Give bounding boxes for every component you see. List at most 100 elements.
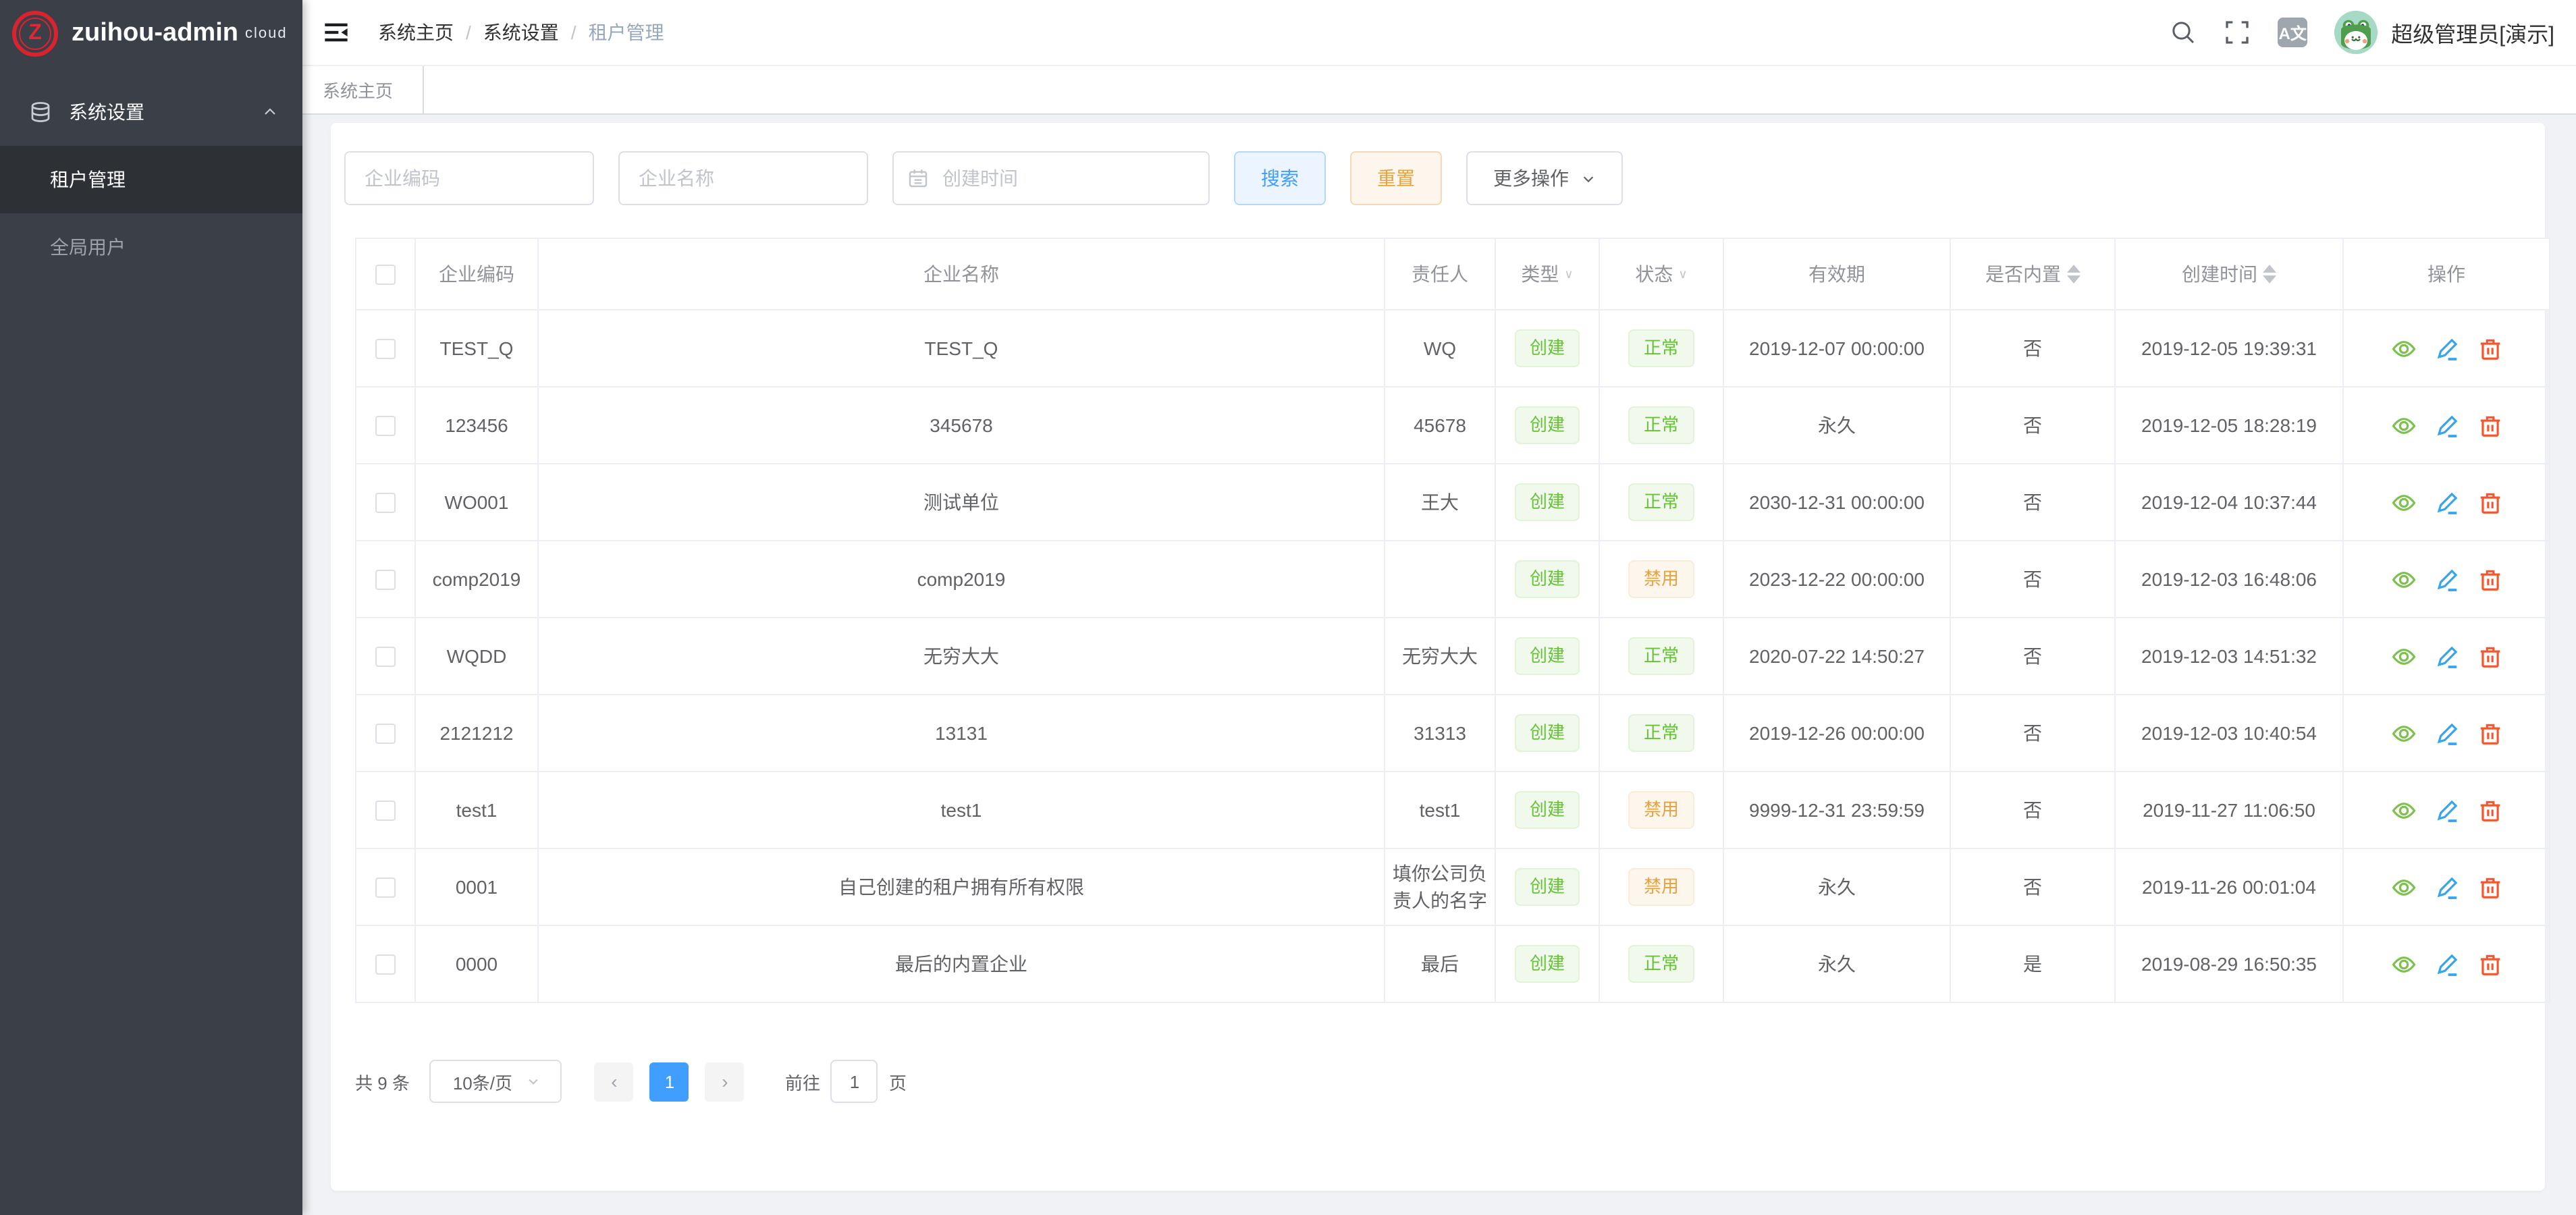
cell-company-code: WQDD xyxy=(415,618,538,695)
reset-button[interactable]: 重置 xyxy=(1350,151,1442,205)
column-header: 企业名称 xyxy=(538,238,1385,310)
cell-owner: 31313 xyxy=(1385,695,1495,772)
select-all-checkbox[interactable] xyxy=(375,265,396,286)
cell-select xyxy=(356,772,415,848)
language-icon[interactable]: A文 xyxy=(2278,18,2307,47)
row-checkbox[interactable] xyxy=(375,416,396,437)
column-filter-icon[interactable]: ∨ xyxy=(1564,267,1573,281)
row-checkbox[interactable] xyxy=(375,493,396,514)
company-name-input[interactable] xyxy=(618,151,868,205)
cell-select xyxy=(356,464,415,541)
column-header[interactable]: 创建时间 xyxy=(2115,238,2343,310)
company-code-input[interactable] xyxy=(344,151,594,205)
column-header-label: 状态 xyxy=(1635,261,1673,288)
delete-icon[interactable] xyxy=(2477,951,2502,977)
delete-icon[interactable] xyxy=(2477,797,2502,823)
cell-validity: 永久 xyxy=(1723,848,1950,925)
column-filter-icon[interactable]: ∨ xyxy=(1678,267,1687,281)
cell-company-name: 测试单位 xyxy=(538,464,1385,541)
tenant-table: 企业编码企业名称责任人类型∨状态∨有效期是否内置 创建时间 操作 TEST_QT… xyxy=(355,238,2550,1003)
column-sort-icon[interactable] xyxy=(2066,265,2080,284)
search-icon[interactable] xyxy=(2170,19,2197,46)
tab-system-home[interactable]: 系统主页 xyxy=(302,66,424,113)
delete-icon[interactable] xyxy=(2477,874,2502,900)
edit-icon[interactable] xyxy=(2434,720,2459,746)
row-checkbox[interactable] xyxy=(375,724,396,745)
delete-icon[interactable] xyxy=(2477,489,2502,515)
fullscreen-icon[interactable] xyxy=(2224,19,2251,46)
delete-icon[interactable] xyxy=(2477,720,2502,746)
edit-icon[interactable] xyxy=(2434,412,2459,438)
row-checkbox[interactable] xyxy=(375,647,396,668)
row-operations xyxy=(2349,797,2544,823)
page-number-button[interactable]: 1 xyxy=(650,1062,689,1101)
cell-select xyxy=(356,848,415,925)
collapse-sidebar-icon[interactable] xyxy=(323,19,350,46)
delete-icon[interactable] xyxy=(2477,412,2502,438)
view-icon[interactable] xyxy=(2390,412,2416,438)
row-checkbox[interactable] xyxy=(375,570,396,591)
row-checkbox[interactable] xyxy=(375,340,396,360)
row-checkbox[interactable] xyxy=(375,801,396,821)
cell-company-name: comp2019 xyxy=(538,541,1385,618)
view-icon[interactable] xyxy=(2390,335,2416,361)
app-logo[interactable]: Z zuihou-admin cloud xyxy=(0,0,302,66)
breadcrumb-item[interactable]: 系统设置 xyxy=(483,19,559,46)
edit-icon[interactable] xyxy=(2434,489,2459,515)
chevron-down-icon xyxy=(1581,171,1596,186)
view-icon[interactable] xyxy=(2390,797,2416,823)
cell-owner: 王大 xyxy=(1385,464,1495,541)
prev-page-button[interactable]: ‹ xyxy=(595,1062,634,1101)
table-row: 21212121313131313创建正常2019-12-26 00:00:00… xyxy=(356,695,2550,772)
edit-icon[interactable] xyxy=(2434,643,2459,669)
cell-type: 创建 xyxy=(1495,618,1599,695)
cell-builtin: 否 xyxy=(1950,541,2115,618)
row-checkbox[interactable] xyxy=(375,878,396,898)
more-actions-button[interactable]: 更多操作 xyxy=(1466,151,1623,205)
create-time-picker[interactable] xyxy=(892,151,1210,205)
sidebar: Z zuihou-admin cloud 系统设置 租户管理 全局用户 xyxy=(0,0,302,1215)
sidebar-item-global-users[interactable]: 全局用户 xyxy=(0,213,302,281)
cell-status: 正常 xyxy=(1599,310,1723,387)
delete-icon[interactable] xyxy=(2477,335,2502,361)
goto-page-input[interactable] xyxy=(831,1060,878,1103)
edit-icon[interactable] xyxy=(2434,566,2459,592)
search-button[interactable]: 搜索 xyxy=(1234,151,1326,205)
edit-icon[interactable] xyxy=(2434,797,2459,823)
column-header[interactable]: 类型∨ xyxy=(1495,238,1599,310)
view-icon[interactable] xyxy=(2390,874,2416,900)
cell-company-code: 0000 xyxy=(415,925,538,1002)
next-page-button[interactable]: › xyxy=(705,1062,745,1101)
cell-status: 正常 xyxy=(1599,925,1723,1002)
cell-company-code: WO001 xyxy=(415,464,538,541)
user-name[interactable]: 超级管理员[演示] xyxy=(2391,16,2554,49)
row-checkbox[interactable] xyxy=(375,955,396,975)
calendar-icon xyxy=(907,167,929,189)
column-header[interactable]: 是否内置 xyxy=(1950,238,2115,310)
page-size-select[interactable]: 10条/页 xyxy=(430,1060,562,1103)
breadcrumb-item[interactable]: 系统主页 xyxy=(378,19,454,46)
avatar[interactable] xyxy=(2334,11,2378,54)
edit-icon[interactable] xyxy=(2434,874,2459,900)
cell-created-time: 2019-12-03 16:48:06 xyxy=(2115,541,2343,618)
cell-owner: 最后 xyxy=(1385,925,1495,1002)
column-sort-icon[interactable] xyxy=(2263,265,2276,284)
breadcrumb-separator: / xyxy=(571,22,576,43)
column-header: 有效期 xyxy=(1723,238,1950,310)
column-header-label: 是否内置 xyxy=(1985,261,2061,288)
view-icon[interactable] xyxy=(2390,720,2416,746)
sidebar-group-system-settings[interactable]: 系统设置 xyxy=(0,78,302,146)
delete-icon[interactable] xyxy=(2477,643,2502,669)
delete-icon[interactable] xyxy=(2477,566,2502,592)
view-icon[interactable] xyxy=(2390,643,2416,669)
create-time-input[interactable] xyxy=(892,151,1210,205)
view-icon[interactable] xyxy=(2390,489,2416,515)
view-icon[interactable] xyxy=(2390,566,2416,592)
view-icon[interactable] xyxy=(2390,951,2416,977)
edit-icon[interactable] xyxy=(2434,335,2459,361)
edit-icon[interactable] xyxy=(2434,951,2459,977)
cell-company-name: 自己创建的租户拥有所有权限 xyxy=(538,848,1385,925)
frog-avatar-icon xyxy=(2334,11,2378,54)
sidebar-item-tenant-management[interactable]: 租户管理 xyxy=(0,146,302,213)
column-header[interactable]: 状态 ∨ xyxy=(1599,238,1723,310)
